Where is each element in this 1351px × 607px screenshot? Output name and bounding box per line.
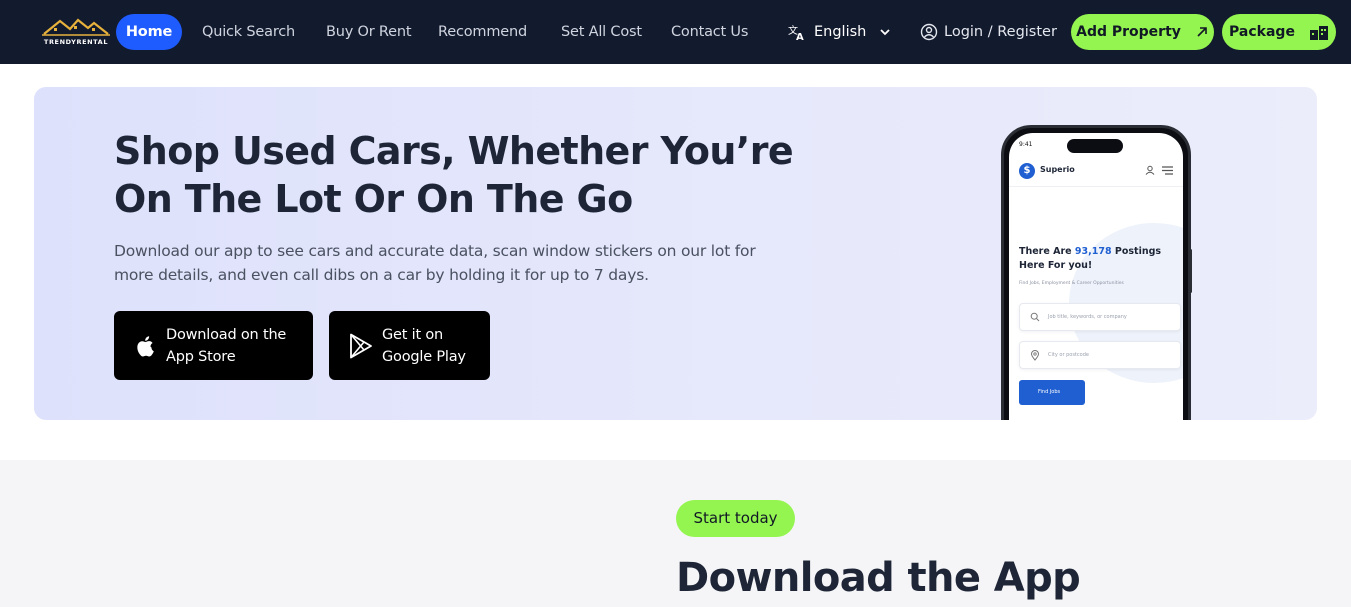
google-play-line2: Google Play	[382, 348, 466, 365]
phone-clock: 9:41	[1019, 141, 1033, 148]
phone-side-button	[1189, 249, 1192, 293]
phone-app-name: Superio	[1040, 165, 1075, 174]
phone-screen: 9:41 $ Superio There Are 93,178 Postings…	[1009, 133, 1183, 420]
site-logo[interactable]: TRENDYRENTAL	[40, 16, 112, 48]
nav-quick-search[interactable]: Quick Search	[202, 14, 295, 50]
arrow-up-right-icon	[1197, 27, 1207, 37]
translate-icon: 文 A	[788, 24, 804, 41]
phone-app-bar: $ Superio	[1009, 157, 1183, 187]
phone-headline-prefix: There Are	[1019, 246, 1072, 257]
phone-user-icon	[1145, 165, 1155, 175]
google-play-line1: Get it on	[382, 326, 444, 343]
phone-notch	[1067, 139, 1123, 153]
phone-location-placeholder: City or postcode	[1048, 352, 1089, 358]
login-register-link[interactable]: Login / Register	[920, 14, 1057, 50]
google-play-button[interactable]: Get it on Google Play	[329, 311, 490, 380]
app-store-line1: Download on the	[166, 326, 287, 343]
login-register-label: Login / Register	[944, 24, 1057, 40]
nav-buy-or-rent[interactable]: Buy Or Rent	[326, 14, 412, 50]
nav-set-all-cost[interactable]: Set All Cost	[561, 14, 642, 50]
add-property-label: Add Property	[1076, 24, 1181, 40]
superio-logo-icon: $	[1019, 163, 1035, 179]
user-circle-icon	[920, 23, 938, 41]
apple-icon	[137, 335, 154, 356]
phone-subline: Find Jobs, Employment & Career Opportuni…	[1019, 281, 1124, 286]
nav-recommend[interactable]: Recommend	[438, 14, 527, 50]
svg-text:A: A	[796, 32, 804, 41]
google-play-text: Get it on Google Play	[382, 324, 466, 368]
top-navbar: TRENDYRENTAL Home Quick Search Buy Or Re…	[0, 0, 1351, 64]
nav-home[interactable]: Home	[116, 14, 182, 50]
start-today-badge: Start today	[676, 500, 795, 537]
phone-find-jobs-button: Find Jobs	[1019, 380, 1085, 405]
hero-description: Download our app to see cars and accurat…	[114, 242, 756, 284]
language-selector[interactable]: 文 A English	[788, 14, 892, 50]
language-label: English	[814, 24, 867, 40]
download-app-section: Start today Download the App	[0, 460, 1351, 607]
house-logo-icon	[42, 18, 110, 36]
download-app-title: Download the App	[676, 555, 1081, 601]
phone-headline: There Are 93,178 Postings Here For you!	[1019, 245, 1183, 273]
phone-location-icon	[1030, 350, 1040, 361]
phone-location-input: City or postcode	[1019, 341, 1181, 369]
phone-search-placeholder: Job title, keywords, or company	[1048, 314, 1127, 320]
package-icon	[1309, 26, 1328, 40]
phone-menu-icon	[1162, 166, 1173, 175]
add-property-button[interactable]: Add Property	[1071, 14, 1214, 50]
phone-search-input: Job title, keywords, or company	[1019, 303, 1181, 331]
chevron-down-icon	[880, 29, 890, 36]
app-promo-hero: Shop Used Cars, Whether You’re On The Lo…	[34, 87, 1317, 420]
nav-contact-us[interactable]: Contact Us	[671, 14, 748, 50]
phone-headline-number: 93,178	[1074, 246, 1112, 257]
hero-title: Shop Used Cars, Whether You’re On The Lo…	[114, 129, 794, 221]
phone-search-icon	[1030, 312, 1040, 322]
package-button[interactable]: Package	[1222, 14, 1336, 50]
package-label: Package	[1229, 24, 1295, 40]
phone-mockup: 9:41 $ Superio There Are 93,178 Postings…	[1001, 125, 1191, 420]
logo-text: TRENDYRENTAL	[43, 38, 109, 46]
app-store-button[interactable]: Download on the App Store	[114, 311, 313, 380]
app-store-text: Download on the App Store	[166, 324, 286, 368]
app-store-line2: App Store	[166, 348, 236, 365]
play-store-icon	[350, 333, 372, 358]
